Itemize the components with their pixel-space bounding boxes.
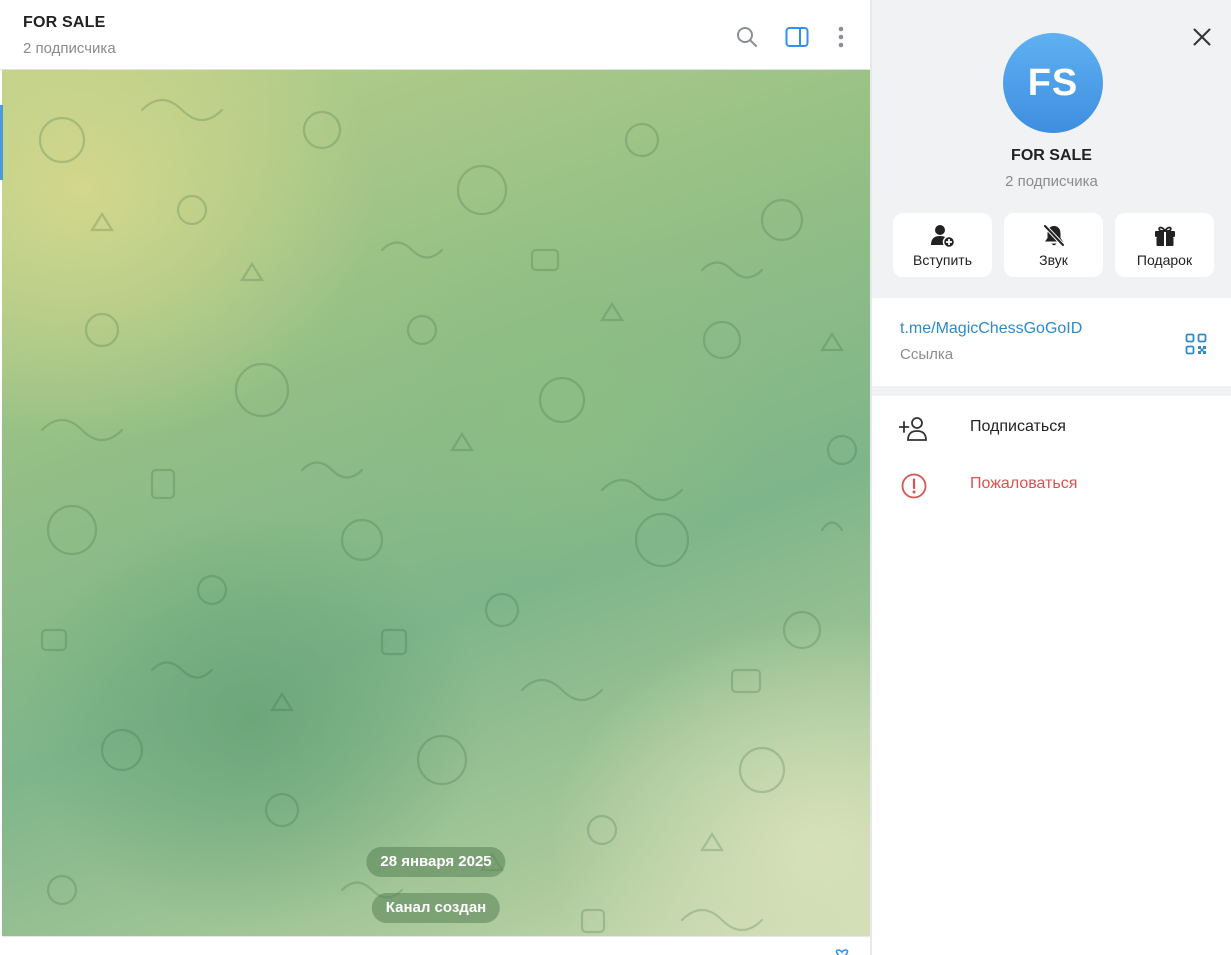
toggle-sidebar-button[interactable] — [782, 22, 812, 52]
chat-header[interactable]: FOR SALE 2 подписчика — [0, 0, 870, 70]
channel-link[interactable]: t.me/MagicChessGoGoID — [900, 320, 1082, 338]
doodle-pattern — [38, 98, 858, 934]
qr-code-button[interactable] — [1183, 331, 1209, 357]
search-icon — [737, 27, 757, 47]
service-message: Канал создан — [371, 893, 501, 923]
app-window: FOR SALE 2 подписчика 28 января 2025 Кан… — [0, 0, 1231, 955]
search-button[interactable] — [732, 22, 762, 52]
sound-label: Звук — [1039, 252, 1068, 268]
gift-icon — [1115, 223, 1214, 249]
gift-label: Подарок — [1136, 252, 1193, 268]
chat-title: FOR SALE — [23, 14, 106, 31]
subscribe-menu-item[interactable]: Подписаться — [872, 403, 1231, 453]
gift-button[interactable]: Подарок — [1115, 213, 1214, 277]
profile-header: FS FOR SALE 2 подписчика Вступить Звук П… — [872, 0, 1231, 298]
close-button[interactable] — [1187, 22, 1217, 52]
chat-area: FOR SALE 2 подписчика 28 января 2025 Кан… — [0, 0, 872, 955]
report-menu-item[interactable]: Пожаловаться — [872, 460, 1231, 510]
report-label: Пожаловаться — [970, 475, 1078, 492]
channel-name: FOR SALE — [1011, 147, 1092, 164]
bell-muted-icon — [1004, 223, 1103, 249]
chat-footer — [2, 936, 870, 955]
avatar: FS — [1003, 33, 1103, 133]
channel-info-panel: FS FOR SALE 2 подписчика Вступить Звук П… — [872, 0, 1231, 955]
sidebar-icon — [785, 27, 809, 47]
subscribe-label: Подписаться — [970, 418, 1066, 435]
scroll-accent — [0, 105, 3, 180]
add-person-icon — [898, 415, 930, 443]
alert-circle-icon — [898, 472, 930, 500]
section-separator — [872, 386, 1231, 396]
chat-subscriber-count: 2 подписчика — [23, 40, 116, 57]
more-vertical-icon — [838, 26, 844, 48]
channel-subscriber-count: 2 подписчика — [1005, 173, 1098, 190]
join-label: Вступить — [912, 252, 972, 268]
date-pill: 28 января 2025 — [366, 847, 506, 877]
close-icon — [1193, 28, 1211, 46]
more-button[interactable] — [826, 22, 856, 52]
add-user-icon — [893, 223, 992, 249]
channel-link-label: Ссылка — [900, 346, 954, 363]
qr-code-icon — [1185, 333, 1207, 355]
heart-icon[interactable] — [834, 949, 850, 955]
channel-link-section: t.me/MagicChessGoGoID Ссылка — [872, 298, 1231, 386]
join-button[interactable]: Вступить — [893, 213, 992, 277]
sound-button[interactable]: Звук — [1004, 213, 1103, 277]
chat-wallpaper: 28 января 2025 Канал создан — [2, 70, 870, 936]
